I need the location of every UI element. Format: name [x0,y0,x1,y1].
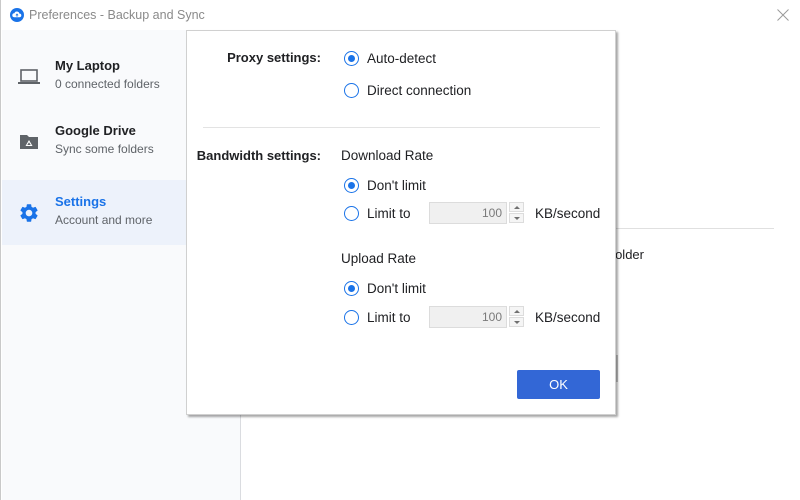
upload-dont-limit-label[interactable]: Don't limit [367,281,426,296]
download-dont-limit-label[interactable]: Don't limit [367,178,426,193]
sidebar-item-subtitle: Sync some folders [55,142,154,156]
upload-limit-to-label[interactable]: Limit to [367,310,411,325]
upload-dont-limit-radio[interactable] [344,281,359,296]
download-rate-increment-button[interactable] [509,202,524,212]
title-bar: Preferences - Backup and Sync [1,0,800,30]
proxy-direct-connection-label[interactable]: Direct connection [367,83,471,98]
proxy-settings-label: Proxy settings: [227,50,321,65]
sidebar-item-subtitle: Account and more [55,213,153,227]
close-button[interactable] [771,4,795,26]
proxy-direct-connection-radio[interactable] [344,83,359,98]
close-icon [777,9,789,21]
window-title: Preferences - Backup and Sync [29,8,205,22]
cloud-upload-icon [10,8,24,22]
download-rate-heading: Download Rate [341,148,434,163]
drive-folder-icon [18,131,40,153]
upload-rate-decrement-button[interactable] [509,317,524,327]
sidebar-item-subtitle: 0 connected folders [55,77,160,91]
sidebar-item-title: Settings [55,194,107,209]
upload-rate-unit: KB/second [535,310,601,325]
upload-limit-to-radio[interactable] [344,310,359,325]
laptop-icon [18,66,40,88]
upload-rate-heading: Upload Rate [341,251,417,266]
proxy-auto-detect-radio[interactable] [344,51,359,66]
preferences-window: Preferences - Backup and Sync My Laptop … [0,0,800,500]
upload-rate-increment-button[interactable] [509,306,524,316]
ok-button[interactable]: OK [517,370,600,399]
bandwidth-settings-label: Bandwidth settings: [196,148,321,163]
proxy-auto-detect-label[interactable]: Auto-detect [367,51,436,66]
sidebar-item-title: Google Drive [55,123,136,138]
download-rate-unit: KB/second [535,206,601,221]
download-limit-to-label[interactable]: Limit to [367,206,411,221]
upload-rate-input[interactable] [429,306,507,328]
section-divider [203,127,600,128]
gear-icon [18,202,40,224]
download-rate-input[interactable] [429,202,507,224]
network-settings-dialog: Proxy settings: Auto-detect Direct conne… [186,30,616,415]
sidebar-item-title: My Laptop [55,58,120,73]
download-rate-stepper [429,202,525,224]
upload-rate-stepper [429,306,525,328]
download-dont-limit-radio[interactable] [344,178,359,193]
download-rate-decrement-button[interactable] [509,213,524,223]
download-limit-to-radio[interactable] [344,206,359,221]
